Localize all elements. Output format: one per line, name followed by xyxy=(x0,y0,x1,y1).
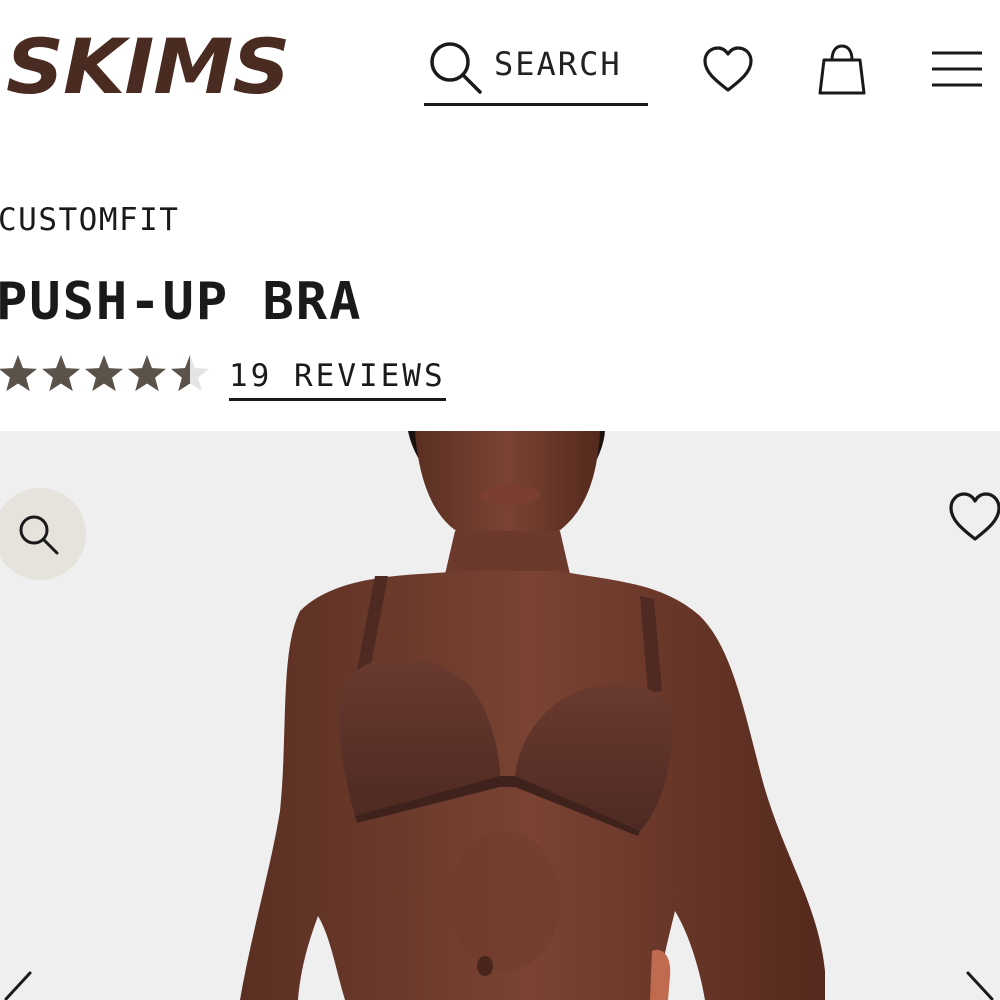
brand-logo[interactable]: SKIMS xyxy=(6,22,290,112)
chevron-left-icon xyxy=(4,971,32,1000)
product-image xyxy=(240,431,825,1000)
menu-icon xyxy=(932,51,982,87)
site-header: SKIMS SEARCH xyxy=(0,0,1000,130)
search-bar[interactable]: SEARCH xyxy=(424,30,648,106)
heart-icon xyxy=(703,46,753,92)
star-filled xyxy=(0,355,38,392)
shopping-bag-icon xyxy=(818,44,866,95)
next-image-button[interactable] xyxy=(962,971,998,1000)
search-label: SEARCH xyxy=(494,45,622,83)
product-image-gallery[interactable] xyxy=(0,431,1000,1000)
menu-button[interactable] xyxy=(930,48,984,96)
product-collection: CUSTOMFIT xyxy=(0,202,180,238)
star-rating xyxy=(0,352,212,396)
heart-icon xyxy=(949,492,1000,541)
add-to-wishlist-button[interactable] xyxy=(948,489,1000,549)
wishlist-button[interactable] xyxy=(700,42,756,102)
reviews-link[interactable]: 19 REVIEWS xyxy=(229,356,446,401)
previous-image-button[interactable] xyxy=(0,971,36,1000)
product-title: PUSH-UP BRA xyxy=(0,272,363,332)
star-filled xyxy=(84,355,124,392)
cart-button[interactable] xyxy=(814,42,870,102)
search-icon xyxy=(430,42,482,94)
star-filled xyxy=(41,355,81,392)
zoom-icon xyxy=(19,515,59,555)
chevron-right-icon xyxy=(966,971,994,1000)
star-filled xyxy=(127,355,167,392)
